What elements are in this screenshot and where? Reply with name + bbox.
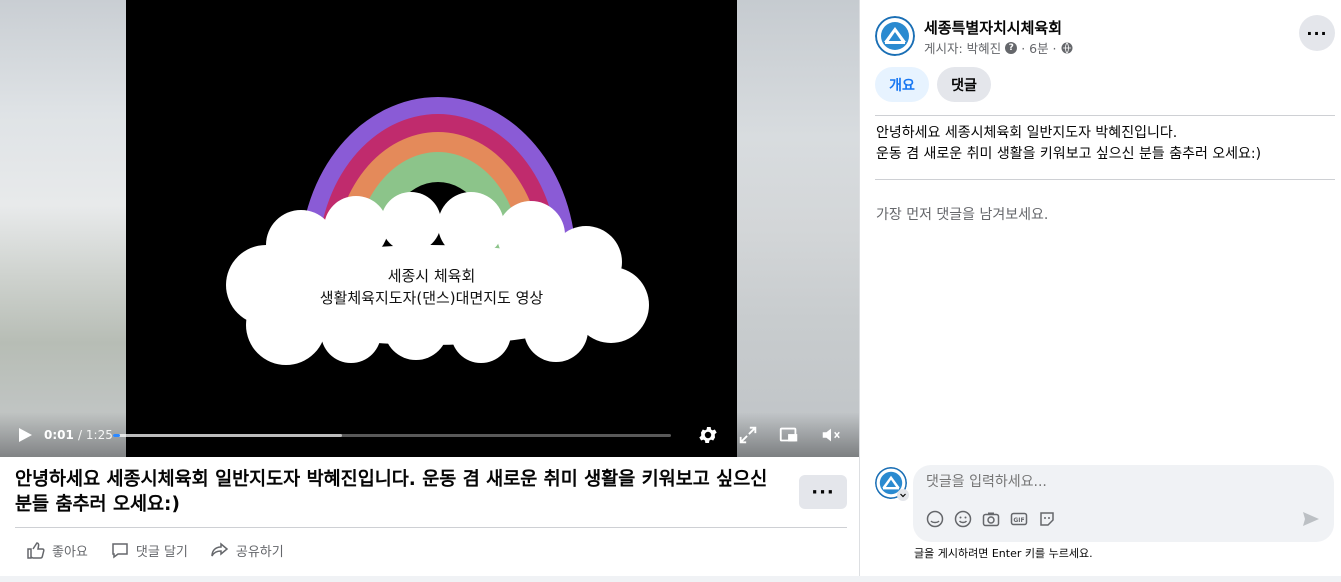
gif-icon[interactable]: GIF	[1009, 509, 1029, 529]
video-player[interactable]: 세종시 체육회 생활체육지도자(댄스)대면지도 영상 0:01 / 1:25	[0, 0, 859, 457]
post-actions: 좋아요 댓글 달기 공유하기	[26, 540, 306, 560]
camera-icon[interactable]	[981, 509, 1001, 529]
progress-played	[113, 434, 121, 437]
thumbs-up-icon	[27, 542, 45, 559]
comment-button[interactable]: 댓글 달기	[110, 540, 188, 560]
posted-by: 게시자: 박혜진	[924, 41, 1002, 56]
enter-hint: 글을 게시하려면 Enter 키를 누르세요.	[914, 547, 1093, 560]
video-blur-right	[735, 0, 859, 457]
comment-icon	[112, 543, 128, 559]
divider	[875, 179, 1335, 180]
like-label: 좋아요	[52, 544, 88, 560]
send-icon[interactable]	[1301, 509, 1321, 529]
video-frame	[126, 0, 737, 457]
post-meta: 게시자: 박혜진 ? · 6분 ·	[924, 38, 1073, 57]
post-title: 안녕하세요 세종시체육회 일반지도자 박혜진입니다. 운동 겸 새로운 취미 생…	[15, 469, 768, 515]
svg-text:GIF: GIF	[1013, 517, 1024, 524]
rainbow-cloud-graphic	[126, 0, 737, 457]
like-button[interactable]: 좋아요	[26, 540, 88, 560]
question-icon[interactable]: ?	[1005, 41, 1018, 54]
chevron-down-icon[interactable]	[897, 489, 909, 501]
play-icon[interactable]	[16, 426, 34, 444]
post-description: 안녕하세요 세종시체육회 일반지도자 박혜진입니다. 운동 겸 새로운 취미 생…	[876, 123, 1261, 165]
tab-comments[interactable]: 댓글	[937, 67, 991, 102]
description-line-1: 안녕하세요 세종시체육회 일반지도자 박혜진입니다.	[876, 125, 1178, 141]
comment-label: 댓글 달기	[135, 544, 188, 560]
description-line-2: 운동 겸 새로운 취미 생활을 키워보고 싶으신 분들 춤추러 오세요:)	[876, 146, 1262, 162]
video-post-page: 세종시 체육회 생활체육지도자(댄스)대면지도 영상 0:01 / 1:25 안…	[0, 0, 1341, 582]
video-overlay-caption: 세종시 체육회 생활체육지도자(댄스)대면지도 영상	[126, 265, 737, 309]
first-comment-prompt: 가장 먼저 댓글을 남겨보세요.	[876, 207, 1049, 223]
page-avatar[interactable]	[875, 16, 915, 56]
settings-gear-icon[interactable]	[697, 424, 719, 446]
bottom-strip	[0, 576, 1341, 582]
share-button[interactable]: 공유하기	[210, 540, 284, 560]
picture-in-picture-icon[interactable]	[778, 424, 800, 446]
comment-input[interactable]	[926, 474, 1306, 490]
sidebar-more-button[interactable]: ···	[1299, 15, 1335, 51]
page-name-link[interactable]: 세종특별자치시체육회	[924, 17, 1062, 38]
post-more-button[interactable]: ···	[799, 475, 847, 509]
share-label: 공유하기	[235, 544, 284, 560]
progress-bar[interactable]	[113, 434, 671, 437]
mute-icon[interactable]	[820, 424, 842, 446]
share-arrow-icon	[211, 542, 229, 557]
time-total: / 1:25	[78, 428, 113, 442]
divider	[15, 527, 847, 528]
time-current: 0:01	[44, 428, 74, 442]
avatar-sticker-icon[interactable]	[925, 509, 945, 529]
sejong-logo-icon	[875, 16, 915, 56]
video-blur-left	[0, 0, 128, 457]
progress-buffered	[113, 434, 342, 437]
divider	[875, 115, 1335, 116]
panel-divider	[859, 0, 860, 576]
time-ago[interactable]: · 6분 ·	[1021, 38, 1056, 57]
overlay-line-1: 세종시 체육회	[387, 267, 476, 285]
globe-icon	[1061, 42, 1073, 53]
video-controls: 0:01 / 1:25	[0, 412, 859, 457]
fullscreen-icon[interactable]	[737, 424, 759, 446]
tab-overview[interactable]: 개요	[875, 67, 929, 102]
comment-composer: GIF	[913, 465, 1334, 542]
overlay-line-2: 생활체육지도자(댄스)대면지도 영상	[319, 289, 544, 307]
time-display: 0:01 / 1:25	[44, 428, 113, 442]
sticker-icon[interactable]	[1037, 509, 1057, 529]
emoji-icon[interactable]	[953, 509, 973, 529]
